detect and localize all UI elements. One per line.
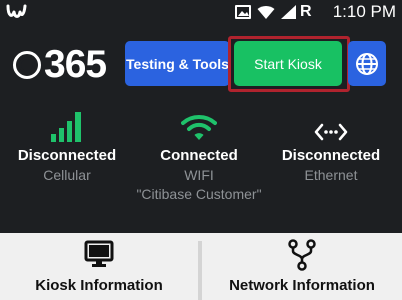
carrier-indicator: R [300,3,312,20]
network-information-label: Network Information [229,277,375,294]
cellular-status: Disconnected Cellular [2,108,132,184]
kiosk-home-screen: R 1:10 PM 365 Testing & Tools Start Kios… [0,0,402,300]
ring-logo-icon [13,51,41,79]
brand-text: 365 [44,43,107,86]
wifi-status: Connected WIFI "Citibase Customer" [134,108,264,203]
wifi-state: Connected [160,147,238,164]
testing-tools-button[interactable]: Testing & Tools [125,41,230,86]
wifi-icon [181,115,217,140]
monitor-icon [84,240,114,267]
network-information-card[interactable]: Network Information [202,233,402,300]
wifi-label: WIFI [184,167,214,183]
status-clock: 1:10 PM [332,2,396,21]
status-bar: R 1:10 PM [0,0,402,24]
cellular-state: Disconnected [17,147,117,164]
ethernet-state: Disconnected [281,147,381,164]
language-button[interactable] [348,41,386,86]
cellular-label: Cellular [43,167,91,183]
wifi-ssid: "Citibase Customer" [136,186,262,202]
ethernet-label: Ethernet [304,167,358,183]
wifi-icon [257,5,275,19]
image-icon [235,5,251,19]
cell-signal-icon [281,5,296,19]
ethernet-icon [314,123,348,141]
w-logo-icon [6,4,27,18]
cell-bars-icon [51,112,81,142]
kiosk-information-label: Kiosk Information [35,277,163,294]
status-icons: R [234,3,312,21]
info-cards: Kiosk Information Network Information [0,233,402,300]
ethernet-status: Disconnected Ethernet [266,108,396,184]
network-fork-icon [288,239,316,271]
brand-logo: 365 [13,43,107,86]
kiosk-information-card[interactable]: Kiosk Information [0,233,198,300]
globe-icon [356,52,378,75]
start-kiosk-button[interactable]: Start Kiosk [234,41,342,86]
